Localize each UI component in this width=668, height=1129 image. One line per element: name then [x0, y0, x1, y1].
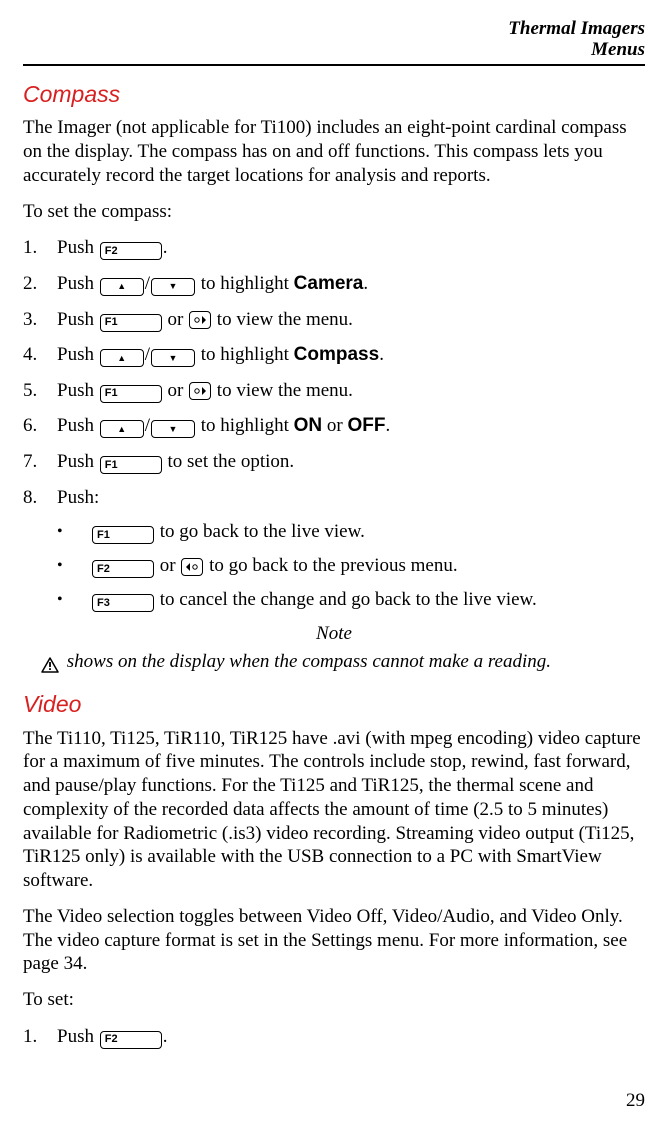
warning-icon — [41, 652, 59, 676]
header-rule — [23, 64, 645, 66]
key-f2: F2 — [100, 242, 162, 260]
key-f1: F1 — [100, 314, 162, 332]
key-up: ▲ — [100, 349, 144, 367]
step-number: 3. — [23, 308, 57, 332]
bullet-2: • F2 or to go back to the previous menu. — [23, 554, 645, 578]
step-text: Push ▲/▼ to highlight Camera. — [57, 271, 645, 297]
bullet-text: F1 to go back to the live view. — [91, 520, 645, 544]
step-5: 5. Push F1 or to view the menu. — [23, 378, 645, 404]
step-text: Push F2. — [57, 1024, 645, 1050]
step-text: Push: — [57, 485, 645, 511]
step-number: 5. — [23, 379, 57, 403]
key-left — [181, 558, 203, 576]
key-right — [189, 311, 211, 329]
step-number: 8. — [23, 486, 57, 510]
step-text: Push ▲/▼ to highlight Compass. — [57, 342, 645, 368]
bullet-1: • F1 to go back to the live view. — [23, 520, 645, 544]
step-text: Push ▲/▼ to highlight ON or OFF. — [57, 413, 645, 439]
step-number: 2. — [23, 272, 57, 296]
step-7: 7. Push F1 to set the option. — [23, 449, 645, 475]
note-label: Note — [23, 622, 645, 646]
bullet-mark: • — [57, 556, 91, 576]
bullet-mark: • — [57, 522, 91, 542]
step-number: 1. — [23, 236, 57, 260]
compass-lead: To set the compass: — [23, 200, 645, 224]
key-up: ▲ — [100, 278, 144, 296]
key-f1: F1 — [100, 385, 162, 403]
video-p1: The Ti110, Ti125, TiR110, TiR125 have .a… — [23, 727, 645, 893]
header-title: Thermal Imagers — [508, 18, 645, 39]
step-8: 8. Push: — [23, 485, 645, 511]
video-p2: The Video selection toggles between Vide… — [23, 905, 645, 976]
key-f3: F3 — [92, 594, 154, 612]
video-steps: 1. Push F2. — [23, 1024, 645, 1050]
term-camera: Camera — [294, 273, 364, 294]
bullet-text: F3 to cancel the change and go back to t… — [91, 588, 645, 612]
bullet-3: • F3 to cancel the change and go back to… — [23, 588, 645, 612]
key-down: ▼ — [151, 349, 195, 367]
section-title-compass: Compass — [23, 80, 645, 109]
step-number: 6. — [23, 414, 57, 438]
video-lead: To set: — [23, 988, 645, 1012]
page: Thermal Imagers Menus Compass The Imager… — [0, 0, 668, 1129]
bullet-mark: • — [57, 590, 91, 610]
compass-bullets: • F1 to go back to the live view. • F2 o… — [23, 520, 645, 612]
step-number: 1. — [23, 1025, 57, 1049]
step-text: Push F1 to set the option. — [57, 449, 645, 475]
compass-intro: The Imager (not applicable for Ti100) in… — [23, 116, 645, 187]
running-header: Thermal Imagers Menus — [23, 18, 645, 61]
key-f1: F1 — [100, 456, 162, 474]
step-text: Push F2. — [57, 235, 645, 261]
step-6: 6. Push ▲/▼ to highlight ON or OFF. — [23, 413, 645, 439]
note-body: shows on the display when the compass ca… — [23, 650, 645, 676]
compass-steps: 1. Push F2. 2. Push ▲/▼ to highlight Cam… — [23, 235, 645, 510]
step-text: Push F1 or to view the menu. — [57, 378, 645, 404]
term-off: OFF — [347, 415, 385, 436]
key-f2: F2 — [100, 1031, 162, 1049]
term-compass: Compass — [294, 344, 380, 365]
step-1: 1. Push F2. — [23, 235, 645, 261]
step-2: 2. Push ▲/▼ to highlight Camera. — [23, 271, 645, 297]
key-down: ▼ — [151, 420, 195, 438]
step-number: 4. — [23, 343, 57, 367]
step-3: 3. Push F1 or to view the menu. — [23, 307, 645, 333]
page-number: 29 — [626, 1089, 645, 1113]
section-title-video: Video — [23, 690, 645, 719]
key-down: ▼ — [151, 278, 195, 296]
step-number: 7. — [23, 450, 57, 474]
header-subtitle: Menus — [591, 39, 645, 60]
video-step-1: 1. Push F2. — [23, 1024, 645, 1050]
bullet-text: F2 or to go back to the previous menu. — [91, 554, 645, 578]
term-on: ON — [294, 415, 323, 436]
key-right — [189, 382, 211, 400]
step-4: 4. Push ▲/▼ to highlight Compass. — [23, 342, 645, 368]
key-f2: F2 — [92, 560, 154, 578]
key-up: ▲ — [100, 420, 144, 438]
key-f1: F1 — [92, 526, 154, 544]
step-text: Push F1 or to view the menu. — [57, 307, 645, 333]
